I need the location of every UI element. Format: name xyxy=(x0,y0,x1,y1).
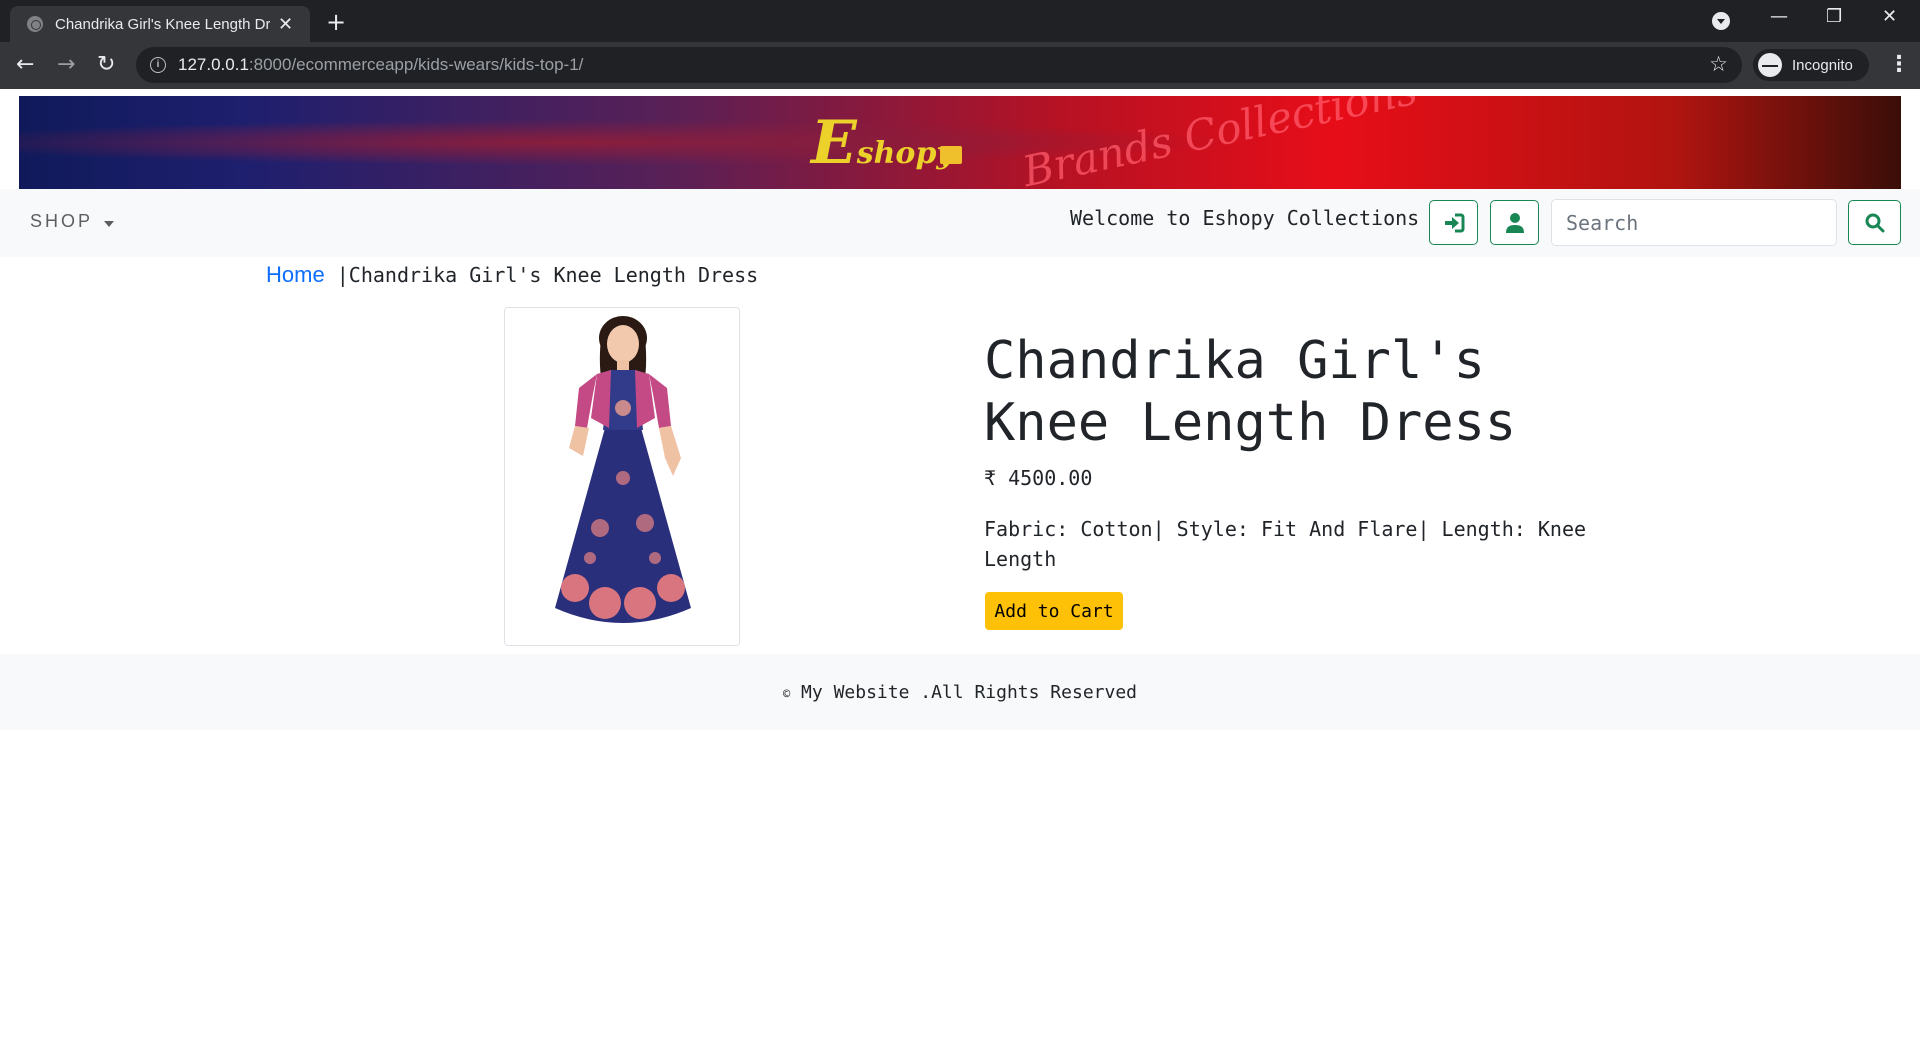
footer-text: My Website .All Rights Reserved xyxy=(790,682,1137,703)
product-price: ₹ 4500.00 xyxy=(984,466,1093,490)
incognito-label: Incognito xyxy=(1792,56,1853,74)
close-tab-icon[interactable]: ✕ xyxy=(278,14,293,35)
site-navbar: SHOP Welcome to Eshopy Collections xyxy=(0,189,1920,257)
search-input[interactable] xyxy=(1551,199,1837,246)
browser-toolbar: ← → ↻ i 127.0.0.1:8000/ecommerceapp/kids… xyxy=(0,42,1920,89)
user-icon xyxy=(1505,212,1524,233)
close-window-icon[interactable]: ✕ xyxy=(1882,6,1897,27)
minimize-icon[interactable]: — xyxy=(1770,6,1788,27)
globe-icon xyxy=(27,16,43,32)
browser-tab-strip: Chandrika Girl's Knee Length Dre ✕ + — ❐… xyxy=(0,0,1920,42)
address-bar[interactable]: i 127.0.0.1:8000/ecommerceapp/kids-wears… xyxy=(136,47,1742,83)
dress-photo xyxy=(505,308,739,645)
tab-title: Chandrika Girl's Knee Length Dre xyxy=(55,15,270,33)
back-arrow-icon[interactable]: ← xyxy=(16,52,34,77)
incognito-icon xyxy=(1758,53,1782,77)
add-to-cart-button[interactable]: Add to Cart xyxy=(985,592,1123,630)
new-tab-button[interactable]: + xyxy=(326,8,346,36)
sign-in-icon xyxy=(1444,213,1464,232)
product-title: Chandrika Girl's Knee Length Dress xyxy=(984,331,1517,453)
search-button[interactable] xyxy=(1848,200,1901,245)
site-footer: © My Website .All Rights Reserved xyxy=(0,654,1920,730)
site-info-icon[interactable]: i xyxy=(150,57,166,73)
breadcrumb-home-link[interactable]: Home xyxy=(266,262,325,287)
browser-menu-icon[interactable]: ⋮ xyxy=(1888,52,1910,77)
login-button[interactable] xyxy=(1429,200,1478,245)
chevron-down-icon[interactable] xyxy=(104,221,114,227)
browser-tab[interactable]: Chandrika Girl's Knee Length Dre ✕ xyxy=(10,6,310,42)
breadcrumb-separator: | xyxy=(336,263,349,287)
footer-copyright: © My Website .All Rights Reserved xyxy=(0,682,1920,703)
welcome-text: Welcome to Eshopy Collections xyxy=(1070,206,1420,230)
restore-icon[interactable]: ❐ xyxy=(1826,6,1842,27)
reload-icon[interactable]: ↻ xyxy=(97,52,115,77)
shop-dropdown[interactable]: SHOP xyxy=(30,211,93,232)
eshopy-logo: Eshopy xyxy=(811,108,954,178)
site-banner: Eshopy Brands Collections xyxy=(19,96,1901,189)
product-description: Fabric: Cotton| Style: Fit And Flare| Le… xyxy=(984,517,1587,571)
account-button[interactable] xyxy=(1490,200,1539,245)
forward-arrow-icon[interactable]: → xyxy=(57,52,75,77)
incognito-badge[interactable]: Incognito xyxy=(1753,49,1869,81)
product-image xyxy=(504,307,740,646)
breadcrumb-current: Chandrika Girl's Knee Length Dress xyxy=(348,263,759,287)
tab-search-icon[interactable] xyxy=(1712,12,1730,30)
url-text[interactable]: 127.0.0.1:8000/ecommerceapp/kids-wears/k… xyxy=(178,55,583,75)
breadcrumb: Home |Chandrika Girl's Knee Length Dress xyxy=(266,262,758,288)
search-icon xyxy=(1865,213,1884,232)
shopping-bag-icon xyxy=(940,146,962,164)
bookmark-star-icon[interactable]: ☆ xyxy=(1709,52,1728,76)
banner-script-text: Brands Collections xyxy=(1018,96,1422,189)
